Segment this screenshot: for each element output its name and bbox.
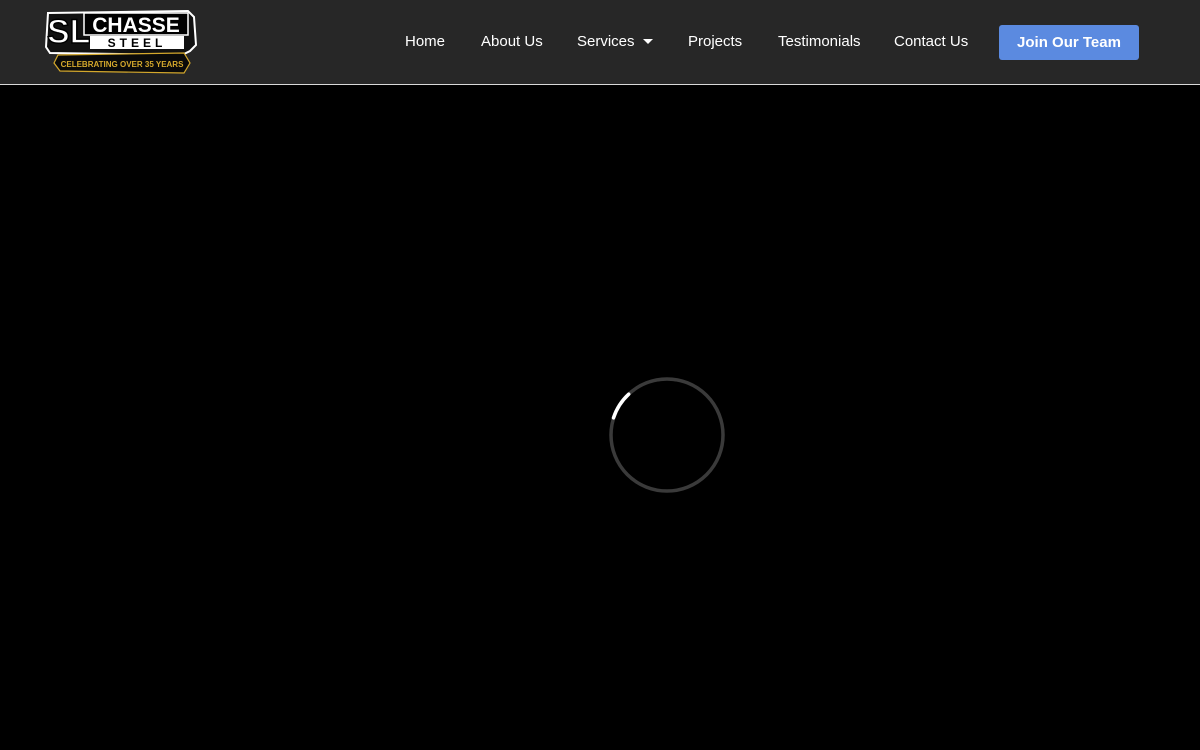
site-header: SL CHASSE STEEL CELEBRATING OVER 35 YEAR… — [0, 0, 1200, 85]
loading-spinner-icon — [609, 377, 725, 493]
join-our-team-button[interactable]: Join Our Team — [999, 25, 1139, 60]
nav-link-about-us[interactable]: About Us — [481, 33, 543, 51]
nav-link-projects[interactable]: Projects — [688, 33, 742, 51]
nav-link-contact-us[interactable]: Contact Us — [894, 33, 968, 51]
main-content-area — [0, 86, 1200, 750]
caret-down-icon — [642, 38, 653, 44]
nav-link-services[interactable]: Services — [577, 33, 653, 51]
nav-link-home[interactable]: Home — [405, 33, 445, 51]
main-navigation: Home About Us Services Projects Testimon… — [0, 0, 1200, 85]
nav-link-testimonials[interactable]: Testimonials — [778, 33, 861, 51]
nav-link-services-label: Services — [577, 33, 635, 50]
